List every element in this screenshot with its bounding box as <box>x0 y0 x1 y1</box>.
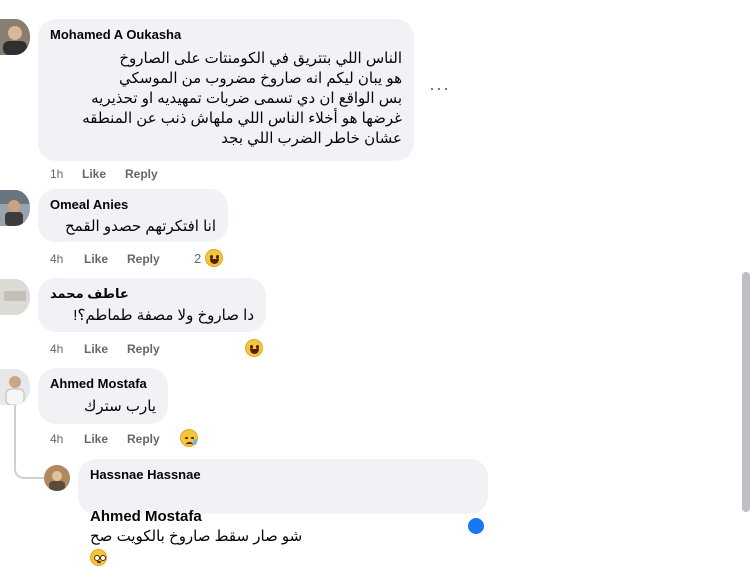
comment-author[interactable]: عاطف محمد <box>50 286 254 302</box>
sad-emoji-icon[interactable] <box>180 429 198 447</box>
reply-button[interactable]: Reply <box>127 431 160 447</box>
comment-text: انا افتكرتهم حصدو القمح <box>65 218 216 235</box>
comment-timestamp[interactable]: 4h <box>50 431 63 447</box>
laughing-emoji-icon[interactable] <box>245 339 263 357</box>
comment-bubble: Hassnae Hassnae Ahmed Mostafa شو صار سقط… <box>78 459 488 566</box>
like-button[interactable]: Like <box>84 431 108 447</box>
comment-author[interactable]: Hassnae Hassnae <box>90 467 476 483</box>
comment-bubble: Omeal Anies انا افتكرتهم حصدو القمح <box>38 189 228 242</box>
flushed-emoji-icon <box>90 548 107 566</box>
mention-link[interactable]: Ahmed Mostafa <box>90 508 202 525</box>
scrollbar[interactable] <box>742 272 750 512</box>
comment-bubble: Mohamed A Oukasha الناس اللي بتتريق في ا… <box>38 19 414 161</box>
reply-button[interactable]: Reply <box>127 341 160 357</box>
reply-button[interactable]: Reply <box>127 251 160 267</box>
comment-text: يارب سترك <box>83 398 156 415</box>
comment-text: Ahmed Mostafa شو صار سقط صاروخ بالكويت ص… <box>90 487 476 567</box>
reaction-badge[interactable] <box>468 518 484 534</box>
comment-bubble: Ahmed Mostafa يارب سترك <box>38 368 168 424</box>
reply-text: شو صار سقط صاروخ بالكويت صح <box>90 528 303 545</box>
comment-text: دا صاروخ ولا مصفة طماطم؟! <box>73 307 254 324</box>
avatar[interactable] <box>0 19 30 55</box>
comment-bubble: عاطف محمد دا صاروخ ولا مصفة طماطم؟! <box>38 278 266 332</box>
avatar[interactable] <box>0 279 30 315</box>
comment-actions: 1h Like Reply <box>50 166 250 182</box>
comment-timestamp[interactable]: 4h <box>50 251 63 267</box>
avatar[interactable] <box>44 465 70 491</box>
avatar[interactable] <box>0 369 30 405</box>
more-options-icon[interactable]: ··· <box>429 78 450 99</box>
like-button[interactable]: Like <box>82 166 106 182</box>
avatar[interactable] <box>0 190 30 226</box>
reaction-count[interactable]: 2 <box>194 251 201 267</box>
comment-timestamp[interactable]: 4h <box>50 341 63 357</box>
comment-timestamp[interactable]: 1h <box>50 166 63 182</box>
reply-button[interactable]: Reply <box>125 166 158 182</box>
comment-actions: 4h Like Reply <box>50 431 250 447</box>
comment-author[interactable]: Mohamed A Oukasha <box>50 27 402 43</box>
like-button[interactable]: Like <box>84 251 108 267</box>
like-button[interactable]: Like <box>84 341 108 357</box>
comment-author[interactable]: Ahmed Mostafa <box>50 376 156 392</box>
comment-text: الناس اللي بتتريق في الكومنتات على الصار… <box>82 50 402 147</box>
comment-author[interactable]: Omeal Anies <box>50 197 216 213</box>
reply-thread-line <box>14 405 44 479</box>
laughing-emoji-icon[interactable] <box>205 249 223 267</box>
comment-actions: 4h Like Reply <box>50 341 250 357</box>
